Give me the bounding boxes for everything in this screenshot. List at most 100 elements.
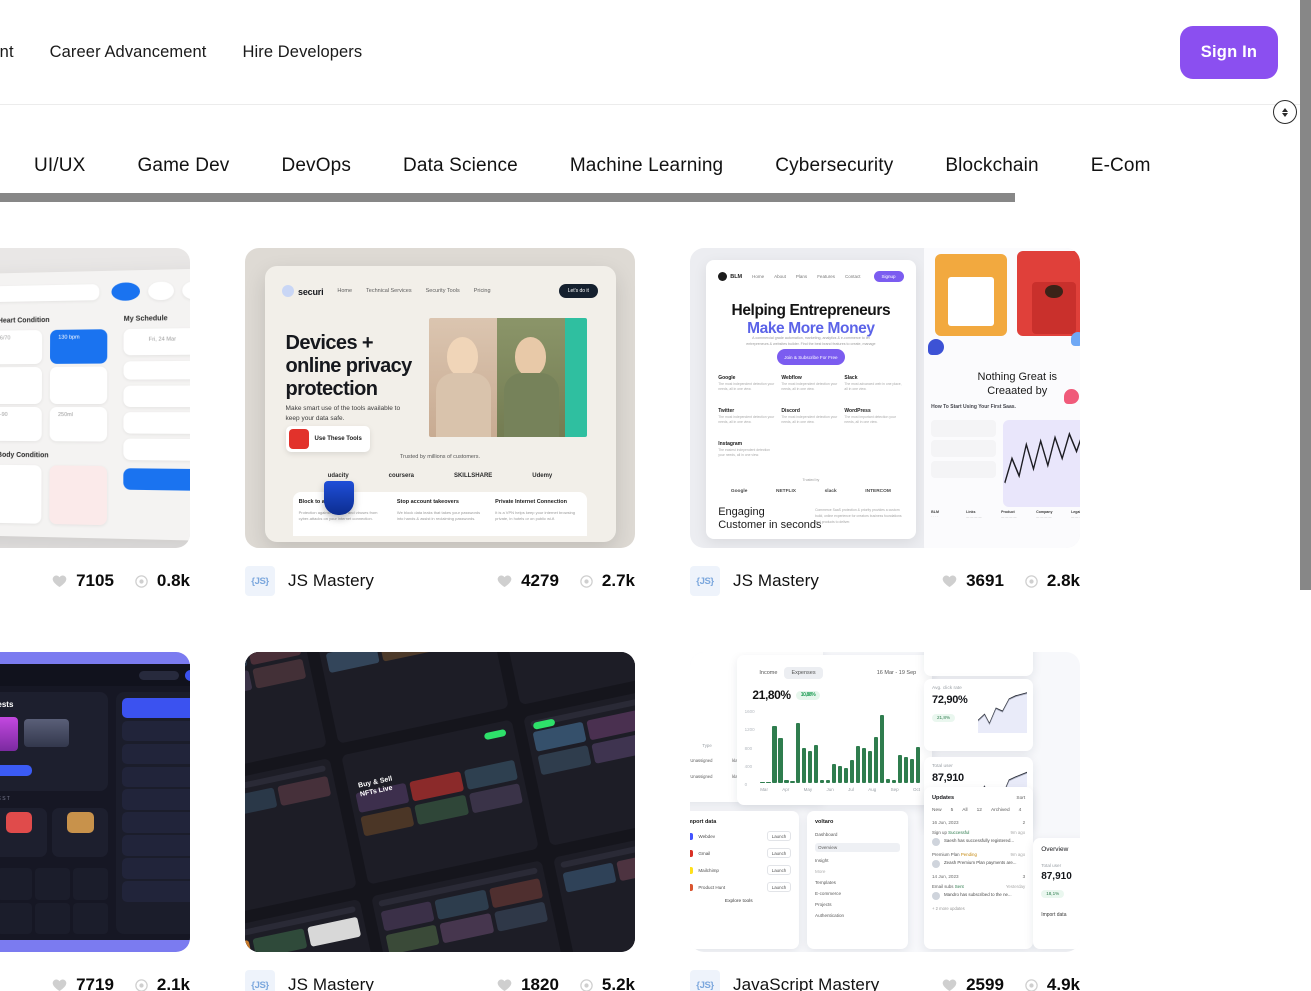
sparkline-icon bbox=[978, 692, 1028, 734]
likes-stat: 1820 bbox=[496, 975, 559, 991]
nav-link-hire-developers[interactable]: Hire Developers bbox=[224, 43, 380, 62]
views-stat: 0.8k bbox=[122, 571, 190, 591]
thumb-sidebar bbox=[115, 691, 190, 935]
tab-machine-learning[interactable]: Machine Learning bbox=[544, 155, 749, 177]
scroll-indicator-icon[interactable] bbox=[1273, 100, 1297, 124]
thumb-topbar bbox=[0, 664, 190, 687]
chart-bar bbox=[873, 737, 879, 783]
tab-ui-ux[interactable]: UI/UX bbox=[0, 155, 111, 177]
eye-icon bbox=[1025, 978, 1038, 991]
tab-data-science[interactable]: Data Science bbox=[377, 155, 544, 177]
thumb-chart-value: 21,80% 10,88% bbox=[752, 688, 821, 702]
eye-icon bbox=[135, 978, 148, 991]
thumb-artwork: Buy & Sell NFTs Live bbox=[245, 652, 635, 952]
chart-bar bbox=[826, 780, 831, 783]
tab-blockchain[interactable]: Blockchain bbox=[919, 155, 1064, 177]
thumb-subtext: Make smart use of the tools available to… bbox=[285, 405, 401, 422]
heart-icon bbox=[52, 979, 67, 991]
design-card-grid: Overview Conditions My Heart Condition 1… bbox=[0, 248, 1080, 991]
thumb-artwork: Your Chests TRADE FROM THE CHEST bbox=[0, 664, 190, 940]
chart-bar bbox=[897, 754, 903, 783]
vertical-scrollbar-thumb[interactable] bbox=[1300, 0, 1311, 590]
design-card[interactable]: Overview Conditions My Heart Condition 1… bbox=[0, 248, 190, 596]
design-card[interactable]: Your Chests TRADE FROM THE CHEST bbox=[0, 652, 190, 991]
design-card[interactable]: Buy & Sell NFTs Live {JS} JS Mastery 182… bbox=[245, 652, 635, 991]
thumb-hero-panel: Buy & Sell NFTs Live bbox=[341, 719, 539, 885]
thumb-live-feed bbox=[0, 868, 109, 935]
thumb-item-row bbox=[0, 807, 109, 858]
thumb-nav-item: Technical Services bbox=[366, 287, 412, 294]
horizontal-scrollbar[interactable] bbox=[0, 193, 1300, 203]
tab-devops[interactable]: DevOps bbox=[255, 155, 377, 177]
nav-link-career-advancement[interactable]: Career Advancement bbox=[32, 43, 225, 62]
design-card[interactable]: BLM Home About Plans Features Contact Si… bbox=[690, 248, 1080, 596]
card-thumbnail-game-chest[interactable]: Your Chests TRADE FROM THE CHEST bbox=[0, 652, 190, 952]
card-thumbnail-health-dashboard[interactable]: Overview Conditions My Heart Condition 1… bbox=[0, 248, 190, 548]
card-thumbnail-entrepreneurs-landing[interactable]: BLM Home About Plans Features Contact Si… bbox=[690, 248, 1080, 548]
chart-bar bbox=[760, 781, 765, 783]
views-count: 2.8k bbox=[1046, 571, 1080, 590]
horizontal-scrollbar-thumb[interactable] bbox=[0, 193, 1015, 202]
chart-bar bbox=[802, 748, 807, 783]
avatar: {JS} bbox=[245, 566, 275, 596]
tab-game-dev[interactable]: Game Dev bbox=[111, 155, 255, 177]
thumb-trust-line: Trusted by millions of customers. bbox=[399, 453, 481, 460]
thumb-artwork-right: Nothing Great is Creaated by How To Star… bbox=[924, 248, 1080, 548]
views-count: 0.8k bbox=[156, 571, 190, 590]
chart-bar bbox=[808, 751, 813, 783]
likes-stat: 3691 bbox=[941, 571, 1004, 591]
thumb-hero: Your Chests bbox=[0, 691, 109, 791]
chart-bar bbox=[790, 780, 795, 783]
thumb-nav: BLM Home About Plans Features Contact Si… bbox=[718, 271, 904, 283]
views-stat: 2.8k bbox=[1012, 571, 1080, 591]
card-meta: {JS} JS Mastery 4279 2.7k bbox=[245, 566, 635, 596]
vertical-scrollbar[interactable] bbox=[1300, 0, 1311, 991]
sign-in-button[interactable]: Sign In bbox=[1180, 26, 1278, 79]
likes-stat: 4279 bbox=[496, 571, 559, 591]
category-tab-strip[interactable]: UI/UX Game Dev DevOps Data Science Machi… bbox=[0, 140, 1300, 192]
thumb-foot-paragraph: Commerce SaaS protection & priority prov… bbox=[815, 508, 902, 524]
views-count: 2.7k bbox=[601, 571, 635, 590]
chart-bar bbox=[885, 778, 891, 783]
views-count: 4.9k bbox=[1046, 975, 1080, 991]
card-author: JS Mastery bbox=[733, 571, 820, 590]
tab-cybersecurity[interactable]: Cybersecurity bbox=[749, 155, 919, 177]
chart-bar bbox=[879, 715, 885, 783]
card-thumbnail-analytics-kit[interactable]: Status Type Email Time Successful Unassi… bbox=[690, 652, 1080, 952]
chart-bar bbox=[855, 745, 861, 783]
chart-bar bbox=[891, 779, 897, 783]
design-card[interactable]: Status Type Email Time Successful Unassi… bbox=[690, 652, 1080, 991]
card-stats: 4279 2.7k bbox=[496, 571, 635, 591]
heart-icon bbox=[497, 979, 512, 991]
top-navigation-bar: opment Career Advancement Hire Developer… bbox=[0, 0, 1300, 105]
tab-ecom[interactable]: E-Com bbox=[1065, 155, 1177, 177]
thumb-import-card: Import data WebdevLaunch GmailLaunch Mai… bbox=[690, 811, 800, 949]
views-stat: 2.1k bbox=[122, 975, 190, 991]
thumb-cta-button: Use These Tools bbox=[285, 426, 370, 453]
chart-bar bbox=[867, 751, 873, 783]
page-root: opment Career Advancement Hire Developer… bbox=[0, 0, 1311, 991]
card-stats: 3691 2.8k bbox=[941, 571, 1080, 591]
chart-bar bbox=[843, 768, 849, 783]
avatar: {JS} bbox=[245, 970, 275, 991]
heart-icon bbox=[52, 575, 67, 587]
nav-link-development[interactable]: opment bbox=[0, 43, 32, 62]
likes-stat: 7719 bbox=[51, 975, 114, 991]
design-card[interactable]: securi Home Technical Services Security … bbox=[245, 248, 635, 596]
views-stat: 5.2k bbox=[567, 975, 635, 991]
card-stats: 7719 2.1k bbox=[51, 975, 190, 991]
thumb-sidenav-card: voltaro Dashboard Overview Insight More … bbox=[807, 811, 909, 949]
thumb-updates-card: Updates Sort New 5 All 12 Archived 4 16 … bbox=[924, 787, 1034, 949]
card-thumbnail-nft-marketplace[interactable]: Buy & Sell NFTs Live bbox=[245, 652, 635, 952]
card-meta: {JS} JS Mastery 3691 2.8k bbox=[690, 566, 1080, 596]
chart-bar bbox=[814, 744, 819, 783]
thumb-chart-bars bbox=[760, 715, 921, 783]
avatar: {JS} bbox=[690, 970, 720, 991]
thumb-trust-logos: udacity coursera SKILLSHARE Udemy bbox=[327, 473, 553, 479]
chevron-up-icon bbox=[1282, 107, 1288, 112]
chart-bar bbox=[778, 738, 783, 783]
card-thumbnail-securi-landing[interactable]: securi Home Technical Services Security … bbox=[245, 248, 635, 548]
thumb-chart-yaxis: 1600 1200 800 400 0 bbox=[744, 709, 755, 787]
thumb-chart bbox=[1002, 419, 1080, 508]
chart-bar bbox=[784, 779, 789, 783]
